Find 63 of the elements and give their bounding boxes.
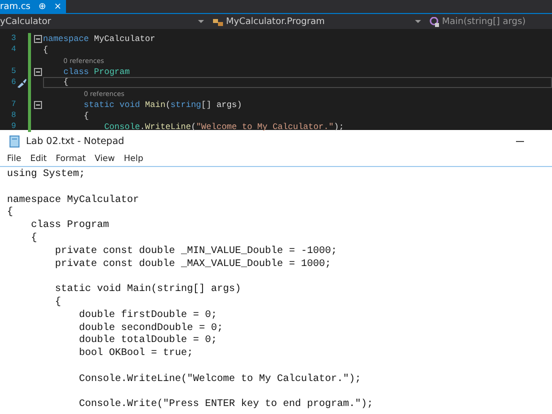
- caret-icon[interactable]: [198, 20, 204, 23]
- brush-icon[interactable]: [16, 77, 28, 88]
- line-number: 6: [10, 78, 16, 87]
- menu-item[interactable]: Edit: [30, 154, 47, 164]
- member-dropdown[interactable]: Main(string[] args): [429, 16, 526, 26]
- line-number: 7: [10, 100, 16, 109]
- code-line: namespace MyCalculator: [7, 194, 140, 206]
- code-token: string: [170, 100, 202, 110]
- line-number: 8: [10, 111, 16, 120]
- file-tab[interactable]: ram.cs ⊕ ×: [0, 0, 66, 13]
- code-line: class Program: [30, 220, 110, 232]
- code-token: Program: [94, 66, 130, 76]
- code-line: double firstDouble = 0;: [78, 310, 218, 321]
- code-token: {: [62, 77, 69, 87]
- menu-item[interactable]: Help: [124, 154, 144, 164]
- caret-icon[interactable]: [415, 20, 421, 23]
- code-line: {: [54, 296, 62, 308]
- code-token: (: [190, 122, 196, 132]
- code-line: Console.Write("Press ENTER key to end program.");: [78, 399, 374, 410]
- code-line: double totalDouble = 0;: [78, 335, 218, 346]
- code-token: "Welcome to My Calculator.": [196, 122, 334, 132]
- menu-item[interactable]: File: [7, 154, 22, 164]
- collapse-icon[interactable]: [34, 68, 42, 76]
- code-token: [] args): [201, 100, 242, 110]
- code-token: {: [43, 44, 48, 54]
- line-number: 9: [10, 122, 16, 131]
- code-line: bool OKBool = true;: [78, 348, 194, 360]
- project-dropdown[interactable]: yCalculator: [0, 16, 195, 26]
- notepad-icon: [9, 134, 20, 148]
- menu-item[interactable]: View: [94, 154, 115, 164]
- code-token: namespace: [43, 34, 90, 44]
- code-line: static void Main(string[] args): [54, 284, 242, 296]
- code-token: {: [82, 110, 89, 120]
- method-icon: [429, 16, 440, 26]
- code-token: (: [165, 100, 171, 110]
- line-number: 5: [10, 67, 16, 76]
- code-line: Console.WriteLine("Welcome to My Calculator.");: [78, 374, 362, 385]
- code-line: using System;: [7, 169, 86, 180]
- window-title: Lab 02.txt - Notepad: [26, 136, 126, 146]
- code-token: Console: [103, 122, 140, 132]
- pin-button[interactable]: ⊕: [38, 2, 46, 12]
- code-line: private const double _MIN_VALUE_Double = -1000;: [54, 246, 338, 257]
- code-token: MyCalculator: [94, 34, 156, 44]
- code-token: );: [334, 122, 344, 132]
- code-line: double secondDouble = 0;: [78, 322, 224, 334]
- code-token: static void: [82, 100, 141, 110]
- collapse-icon[interactable]: [34, 34, 42, 42]
- line-number: 3: [10, 34, 16, 43]
- line-number: 4: [10, 45, 16, 54]
- code-token: class: [62, 66, 90, 76]
- class-dropdown[interactable]: MyCalculator.Program: [212, 16, 412, 26]
- code-token: WriteLine: [145, 122, 191, 132]
- collapse-icon[interactable]: [34, 100, 42, 108]
- menu-item[interactable]: Format: [56, 154, 86, 164]
- minimize-button[interactable]: [516, 140, 524, 142]
- code-token: Main: [145, 100, 166, 110]
- close-button[interactable]: ×: [54, 2, 62, 12]
- class-icon: [212, 16, 224, 26]
- tab-title: ram.cs: [0, 2, 30, 12]
- code-token: .: [140, 122, 146, 132]
- code-line: {: [30, 232, 38, 244]
- code-line: private const double _MAX_VALUE_Double = 1000;: [54, 258, 332, 270]
- code-line: {: [7, 207, 14, 218]
